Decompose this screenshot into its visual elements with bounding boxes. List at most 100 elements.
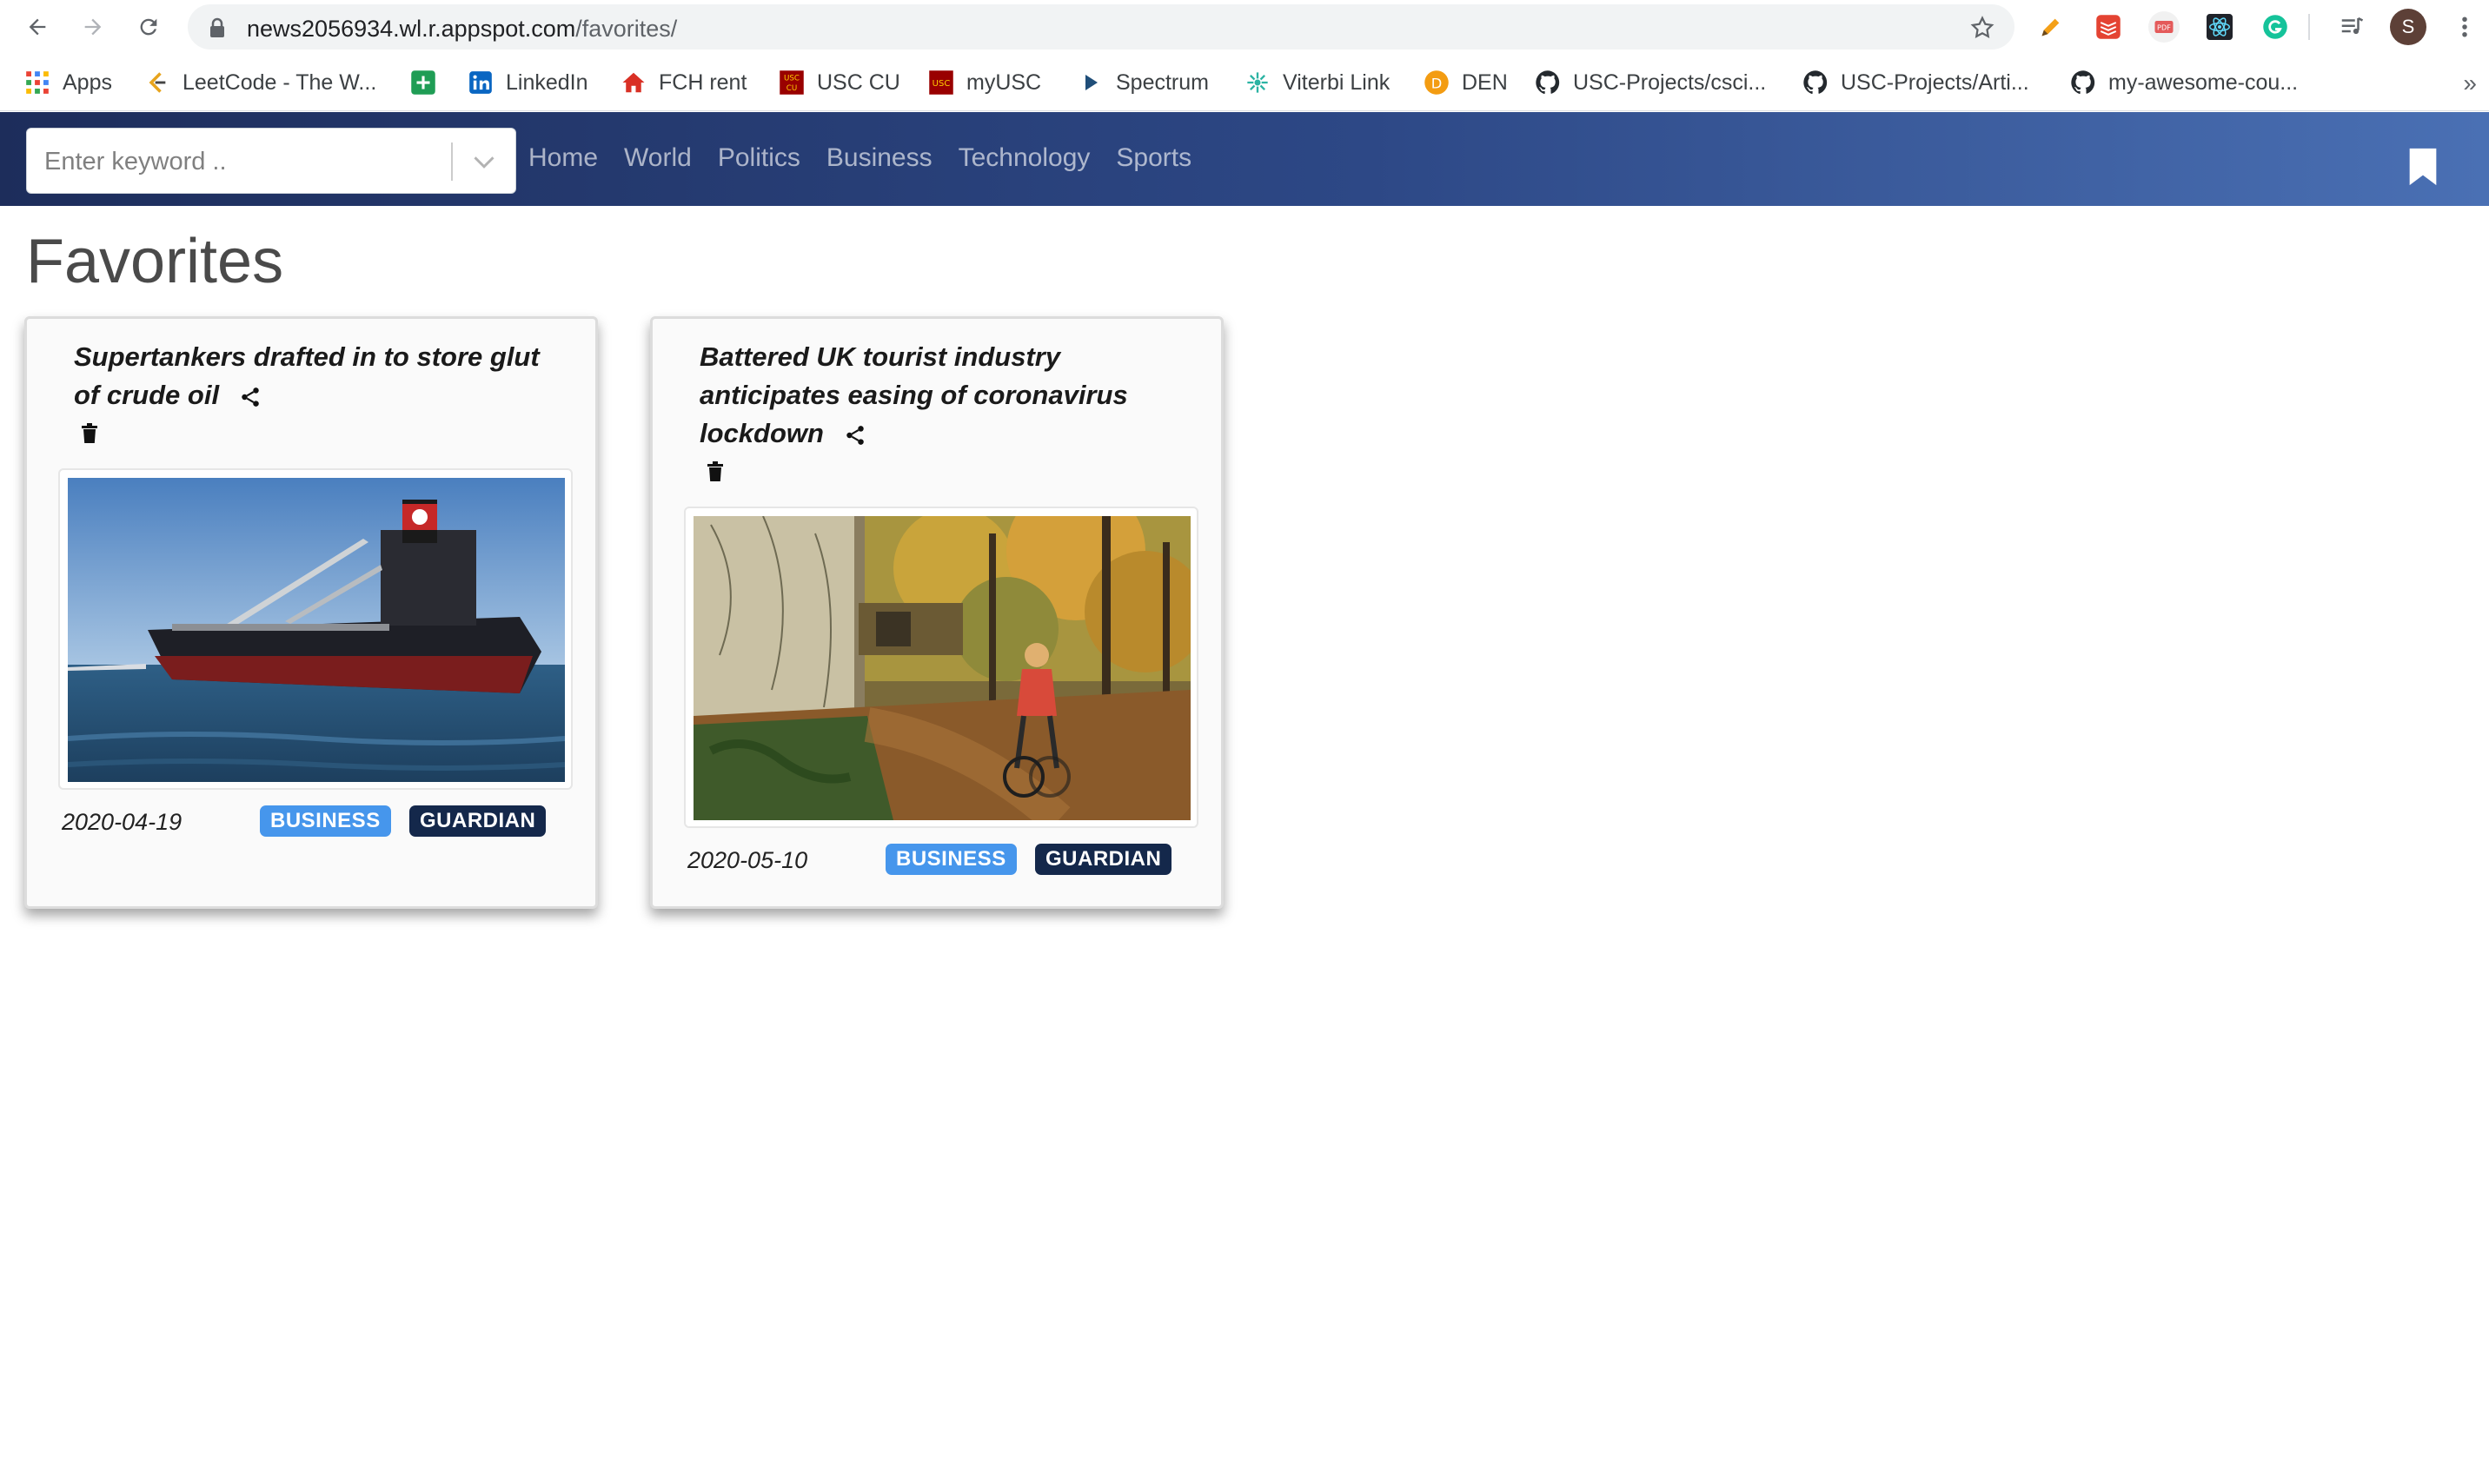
nav-politics[interactable]: Politics <box>718 143 800 173</box>
nav-world[interactable]: World <box>624 143 692 173</box>
share-icon[interactable] <box>239 386 262 408</box>
bookmark-viterbi-link[interactable]: Viterbi Link <box>1244 66 1390 99</box>
card-image <box>58 468 573 790</box>
bookmark-label: USC CU <box>817 70 900 95</box>
bookmark-label: Apps <box>63 70 112 95</box>
bookmark-label: USC-Projects/Arti... <box>1841 70 2029 95</box>
card-date: 2020-05-10 <box>687 847 808 873</box>
viterbi-icon <box>1244 70 1271 96</box>
bookmark-leetcode[interactable]: LeetCode - The W... <box>144 66 376 99</box>
keyword-search-select[interactable]: Enter keyword .. <box>26 128 516 194</box>
supertanker-photo <box>68 478 565 782</box>
linkedin-icon <box>468 70 494 96</box>
card-title-text: Supertankers drafted in to store glut of… <box>74 341 540 410</box>
bookmarks-overflow-button[interactable]: » <box>2463 70 2477 97</box>
reload-icon <box>140 18 157 36</box>
back-arrow-icon <box>29 18 46 36</box>
reload-button[interactable] <box>130 9 167 45</box>
forward-button[interactable] <box>75 9 111 45</box>
svg-text:CU: CU <box>787 84 798 93</box>
share-icon[interactable] <box>844 424 866 447</box>
nav-sports[interactable]: Sports <box>1116 143 1191 173</box>
section-badge: BUSINESS <box>886 844 1017 875</box>
back-button[interactable] <box>19 9 56 45</box>
bookmark-label: Viterbi Link <box>1283 70 1391 95</box>
browser-toolbar: news2056934.wl.r.appspot.com/favorites/ … <box>0 0 2489 54</box>
source-badge: GUARDIAN <box>409 805 547 837</box>
chevron-down-icon[interactable] <box>472 151 496 172</box>
bookmark-linkedin[interactable]: LinkedIn <box>468 66 588 99</box>
card-title: Supertankers drafted in to store glut of… <box>74 338 561 414</box>
bookmark-github-csci[interactable]: USC-Projects/csci... <box>1535 66 1766 99</box>
github-icon <box>1535 70 1561 96</box>
svg-text:USC: USC <box>784 75 800 83</box>
trash-icon[interactable] <box>707 461 724 482</box>
site-navbar: Enter keyword .. Home World Politics Bus… <box>0 112 2489 206</box>
bookmark-green-plus[interactable] <box>410 66 448 99</box>
nav-technology[interactable]: Technology <box>959 143 1091 173</box>
apps-grid-icon <box>24 70 50 96</box>
autumn-cyclist-photo <box>694 516 1191 820</box>
bookmark-github-awesome[interactable]: my-awesome-cou... <box>2070 66 2298 99</box>
card-date: 2020-04-19 <box>62 809 183 835</box>
svg-text:USC: USC <box>933 79 951 89</box>
bookmark-label: Spectrum <box>1116 70 1209 95</box>
usc-cu-icon: USC CU <box>779 70 805 96</box>
myusc-icon: USC <box>928 70 954 96</box>
section-badge: BUSINESS <box>260 805 391 837</box>
house-icon <box>621 70 647 96</box>
forward-arrow-icon <box>84 18 102 36</box>
grammarly-icon[interactable] <box>2260 11 2291 43</box>
profile-avatar[interactable]: S <box>2390 9 2426 45</box>
url-host: news2056934.wl.r.appspot.com <box>247 16 576 42</box>
green-plus-icon <box>410 70 436 96</box>
den-icon: D <box>1424 70 1450 96</box>
trash-icon[interactable] <box>81 423 98 444</box>
svg-text:D: D <box>1431 75 1443 91</box>
search-placeholder: Enter keyword .. <box>44 148 227 176</box>
bookmark-fch-rent[interactable]: FCH rent <box>621 66 747 99</box>
bookmark-apps[interactable]: Apps <box>24 66 112 99</box>
bookmark-github-arti[interactable]: USC-Projects/Arti... <box>1802 66 2029 99</box>
svg-text:PDF: PDF <box>2157 23 2171 32</box>
media-control-icon[interactable] <box>2336 11 2367 43</box>
bookmark-icon[interactable] <box>2407 147 2439 187</box>
address-bar[interactable]: news2056934.wl.r.appspot.com/favorites/ <box>188 4 2014 50</box>
nav-business[interactable]: Business <box>826 143 933 173</box>
source-badge: GUARDIAN <box>1035 844 1172 875</box>
url-text: news2056934.wl.r.appspot.com/favorites/ <box>247 16 677 43</box>
card-title: Battered UK tourist industry anticipates… <box>700 338 1186 453</box>
favorite-card[interactable]: Battered UK tourist industry anticipates… <box>650 316 1224 909</box>
kebab-menu-icon[interactable] <box>2449 11 2480 43</box>
pdf-extension-icon[interactable]: PDF <box>2148 11 2180 43</box>
page-title: Favorites <box>26 227 284 296</box>
play-icon <box>1078 70 1104 96</box>
bookmark-spectrum[interactable]: Spectrum <box>1078 66 1209 99</box>
bookmarks-bar: Apps LeetCode - The W... LinkedIn FCH re… <box>0 54 2489 111</box>
github-icon <box>2070 70 2096 96</box>
bookmark-label: myUSC <box>966 70 1042 95</box>
github-icon <box>1802 70 1829 96</box>
bookmark-den[interactable]: D DEN <box>1424 66 1508 99</box>
bookmark-label: my-awesome-cou... <box>2108 70 2299 95</box>
leetcode-icon <box>144 70 170 96</box>
card-title-text: Battered UK tourist industry anticipates… <box>700 341 1128 448</box>
toolbar-divider <box>2308 14 2310 40</box>
pencil-extension-icon[interactable] <box>2035 11 2067 43</box>
todoist-extension-icon[interactable] <box>2093 11 2124 43</box>
bookmark-label: USC-Projects/csci... <box>1573 70 1767 95</box>
lock-icon <box>210 17 224 37</box>
star-icon[interactable] <box>1969 15 1995 41</box>
favorite-card[interactable]: Supertankers drafted in to store glut of… <box>24 316 598 909</box>
bookmark-myusc[interactable]: USC myUSC <box>928 66 1041 99</box>
bookmark-label: DEN <box>1462 70 1508 95</box>
bookmark-usc-cu[interactable]: USC CU USC CU <box>779 66 900 99</box>
card-image <box>684 507 1198 828</box>
section-nav: Home World Politics Business Technology … <box>528 143 1218 173</box>
bookmark-label: LeetCode - The W... <box>183 70 377 95</box>
bookmark-label: LinkedIn <box>506 70 588 95</box>
bookmark-label: FCH rent <box>659 70 747 95</box>
nav-home[interactable]: Home <box>528 143 598 173</box>
search-separator <box>451 142 453 181</box>
react-devtools-icon[interactable] <box>2204 11 2235 43</box>
